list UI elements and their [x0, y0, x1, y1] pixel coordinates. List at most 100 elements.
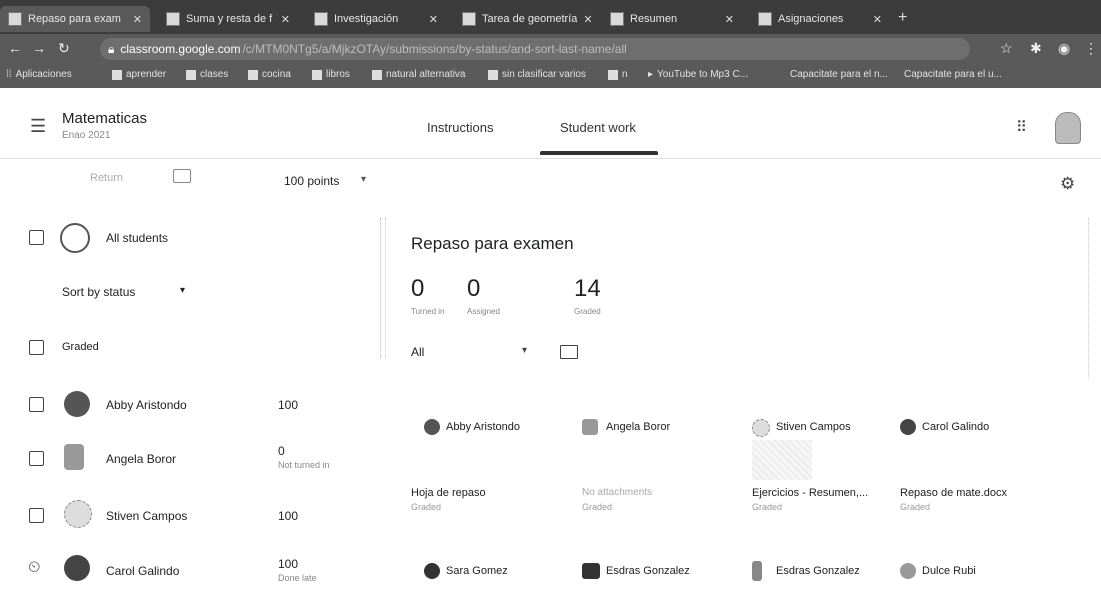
card-student-name[interactable]: Carol Galindo [922, 421, 989, 433]
student-grade[interactable]: 100 [278, 398, 298, 412]
group-checkbox[interactable] [29, 340, 44, 355]
card-attachment: No attachments [582, 487, 653, 498]
bookmark[interactable]: libros [312, 69, 350, 80]
bookmark[interactable]: ⁞⁞ Aplicaciones [6, 69, 72, 80]
student-checkbox[interactable] [29, 508, 44, 523]
student-status: Done late [278, 573, 317, 583]
avatar [64, 555, 90, 581]
bookmark[interactable]: sin clasificar varios [488, 69, 586, 80]
tab-instructions[interactable]: Instructions [427, 120, 493, 135]
bookmark-label: YouTube to Mp3 C... [657, 69, 749, 80]
close-icon[interactable]: ✕ [133, 13, 142, 26]
back-arrow-icon[interactable]: ← [8, 40, 22, 56]
attachment-thumbnail[interactable] [752, 440, 812, 480]
student-grade[interactable]: 100 [278, 557, 298, 571]
avatar [900, 419, 916, 435]
card-student-name[interactable]: Esdras Gonzalez [606, 565, 690, 577]
all-students-label[interactable]: All students [106, 231, 168, 245]
student-name[interactable]: Stiven Campos [106, 509, 187, 523]
student-status: Not turned in [278, 460, 330, 470]
course-title[interactable]: Matematicas [62, 110, 147, 127]
lock-icon: 🔒︎ [108, 41, 115, 56]
folder-icon [112, 69, 122, 80]
url-field[interactable]: 🔒︎ classroom.google.com/c/MTM0NTg5/a/Mjkz… [100, 38, 970, 60]
bookmark[interactable]: natural alternativa [372, 69, 466, 80]
hamburger-icon[interactable]: ☰ [30, 116, 46, 137]
student-checkbox[interactable] [29, 451, 44, 466]
bookmark[interactable]: n [608, 69, 628, 80]
browser-tab[interactable]: Resumen ✕ [602, 6, 742, 32]
select-all-checkbox[interactable] [29, 230, 44, 245]
status-filter-select[interactable]: All [411, 345, 424, 359]
student-name[interactable]: Angela Boror [106, 452, 176, 466]
card-student-name[interactable]: Abby Aristondo [446, 421, 520, 433]
bookmark[interactable]: cocina [248, 69, 291, 80]
new-tab-icon[interactable]: + [898, 9, 907, 27]
folder-icon[interactable] [560, 345, 578, 359]
card-student-name[interactable]: Stiven Campos [776, 421, 851, 433]
bookmark[interactable]: aprender [112, 69, 166, 80]
browser-tab[interactable]: Asignaciones ✕ [750, 6, 890, 32]
tab-title: Tarea de geometría [482, 13, 578, 25]
apps-grid-icon[interactable]: ⠿ [1016, 118, 1027, 136]
avatar[interactable] [1055, 112, 1081, 144]
card-student-name[interactable]: Sara Gomez [446, 565, 508, 577]
browser-tab[interactable]: Tarea de geometría ✕ [454, 6, 594, 32]
card-attachment[interactable]: Ejercicios - Resumen,... [752, 487, 868, 499]
bookmark[interactable]: Capacitate para el n... [790, 69, 888, 80]
close-icon[interactable]: ✕ [429, 13, 438, 26]
folder-icon [186, 69, 196, 80]
card-attachment[interactable]: Hoja de repaso [411, 487, 486, 499]
folder-icon [608, 69, 618, 80]
card-student-name[interactable]: Esdras Gonzalez [776, 565, 860, 577]
star-icon[interactable]: ☆ [1000, 40, 1013, 57]
favicon-icon [314, 12, 328, 26]
folder-icon [372, 69, 382, 80]
bookmark-label: Aplicaciones [15, 69, 72, 80]
chevron-down-icon[interactable]: ▾ [522, 345, 527, 356]
avatar [64, 500, 92, 528]
card-status: Graded [582, 502, 613, 512]
browser-tab[interactable]: Investigación ✕ [306, 6, 446, 32]
favicon-icon [166, 12, 180, 26]
profile-icon[interactable]: ◉ [1058, 40, 1070, 57]
student-name[interactable]: Abby Aristondo [106, 398, 187, 412]
scrollbar[interactable] [1088, 218, 1097, 378]
return-button[interactable]: Return [90, 172, 123, 184]
student-checkbox[interactable] [29, 397, 44, 412]
forward-arrow-icon[interactable]: → [32, 40, 46, 56]
card-attachment[interactable]: Repaso de mate.docx [900, 487, 1007, 499]
tab-student-work[interactable]: Student work [560, 120, 636, 135]
close-icon[interactable]: ✕ [281, 13, 290, 26]
browser-tab[interactable]: Suma y resta de f ✕ [158, 6, 298, 32]
tab-title: Resumen [630, 13, 678, 25]
extension-icon[interactable]: ✱ [1030, 40, 1042, 57]
avatar [64, 444, 84, 470]
bookmark[interactable]: Capacitate para el u... [904, 69, 1002, 80]
sort-select[interactable]: Sort by status [62, 285, 135, 299]
reload-icon[interactable]: ↻ [58, 40, 70, 57]
close-icon[interactable]: ✕ [583, 13, 592, 26]
student-name[interactable]: Carol Galindo [106, 564, 179, 578]
bookmark[interactable]: clases [186, 69, 228, 80]
tab-title: Repaso para exam [28, 13, 121, 25]
student-grade[interactable]: 0 [278, 444, 285, 458]
tab-title: Asignaciones [778, 13, 844, 25]
avatar [900, 563, 916, 579]
close-icon[interactable]: ✕ [873, 13, 882, 26]
points-select[interactable]: 100 points [284, 174, 339, 188]
card-student-name[interactable]: Dulce Rubi [922, 565, 976, 577]
more-icon[interactable]: ⋮ [1084, 40, 1098, 57]
close-icon[interactable]: ✕ [725, 13, 734, 26]
bookmark[interactable]: ▸ YouTube to Mp3 C... [648, 69, 748, 80]
url-host: classroom.google.com [120, 42, 241, 56]
card-student-name[interactable]: Angela Boror [606, 421, 670, 433]
chevron-down-icon[interactable]: ▾ [180, 285, 185, 296]
panel-divider[interactable] [380, 218, 386, 358]
card-status: Graded [752, 502, 783, 512]
mail-icon[interactable] [173, 169, 191, 183]
chevron-down-icon[interactable]: ▾ [361, 174, 366, 185]
student-grade[interactable]: 100 [278, 509, 298, 523]
browser-tab[interactable]: Repaso para exam ✕ [0, 6, 150, 32]
gear-icon[interactable]: ⚙ [1060, 174, 1075, 194]
